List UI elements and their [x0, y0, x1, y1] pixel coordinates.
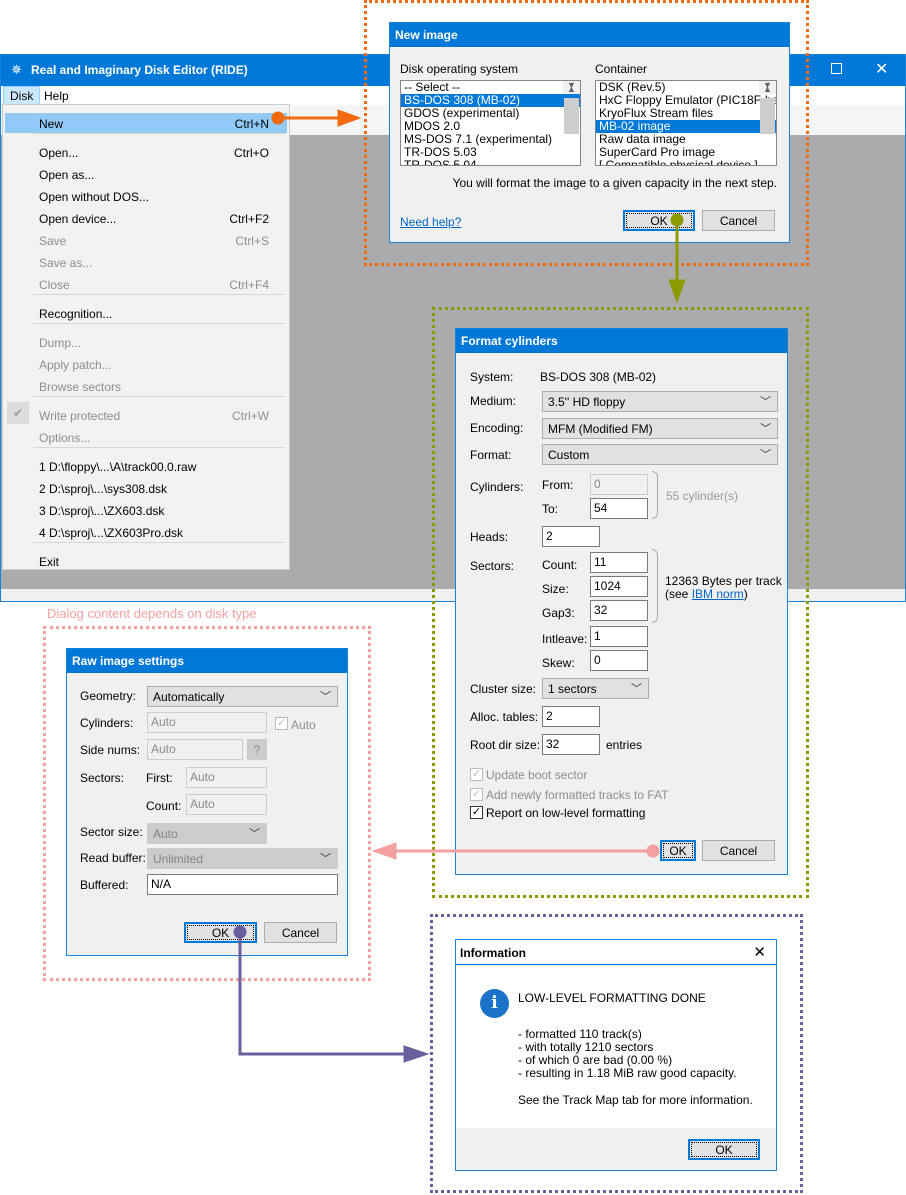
olive-arrow — [668, 213, 686, 304]
pink-arrow — [371, 842, 660, 860]
flow-arrows — [233, 109, 686, 1063]
orange-arrow — [271, 109, 362, 127]
purple-arrow — [233, 925, 430, 1063]
